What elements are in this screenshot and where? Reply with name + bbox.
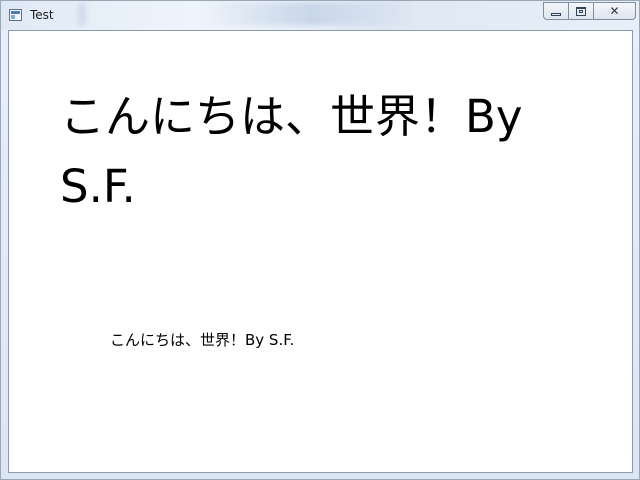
titlebar-background-blur: [76, 3, 88, 25]
window-controls: ✕: [543, 2, 636, 21]
app-icon: [9, 9, 22, 21]
close-icon: ✕: [609, 4, 620, 18]
client-area: こんにちは、世界！By S.F. こんにちは、世界！By S.F.: [8, 30, 633, 473]
window-title: Test: [30, 8, 54, 22]
title-bar[interactable]: Test ✕: [1, 1, 639, 30]
small-greeting-text: こんにちは、世界！By S.F.: [110, 331, 295, 349]
close-button[interactable]: ✕: [593, 2, 636, 20]
minimize-icon: [551, 12, 561, 16]
app-window: Test ✕ こんにちは、世界！By S.F. こんにちは、世界！By S.F.: [0, 0, 640, 480]
minimize-button[interactable]: [543, 2, 569, 20]
maximize-button[interactable]: [568, 2, 594, 20]
large-greeting-text: こんにちは、世界！By S.F.: [60, 90, 523, 213]
maximize-icon: [576, 6, 586, 16]
titlebar-background-blur: [206, 3, 416, 25]
